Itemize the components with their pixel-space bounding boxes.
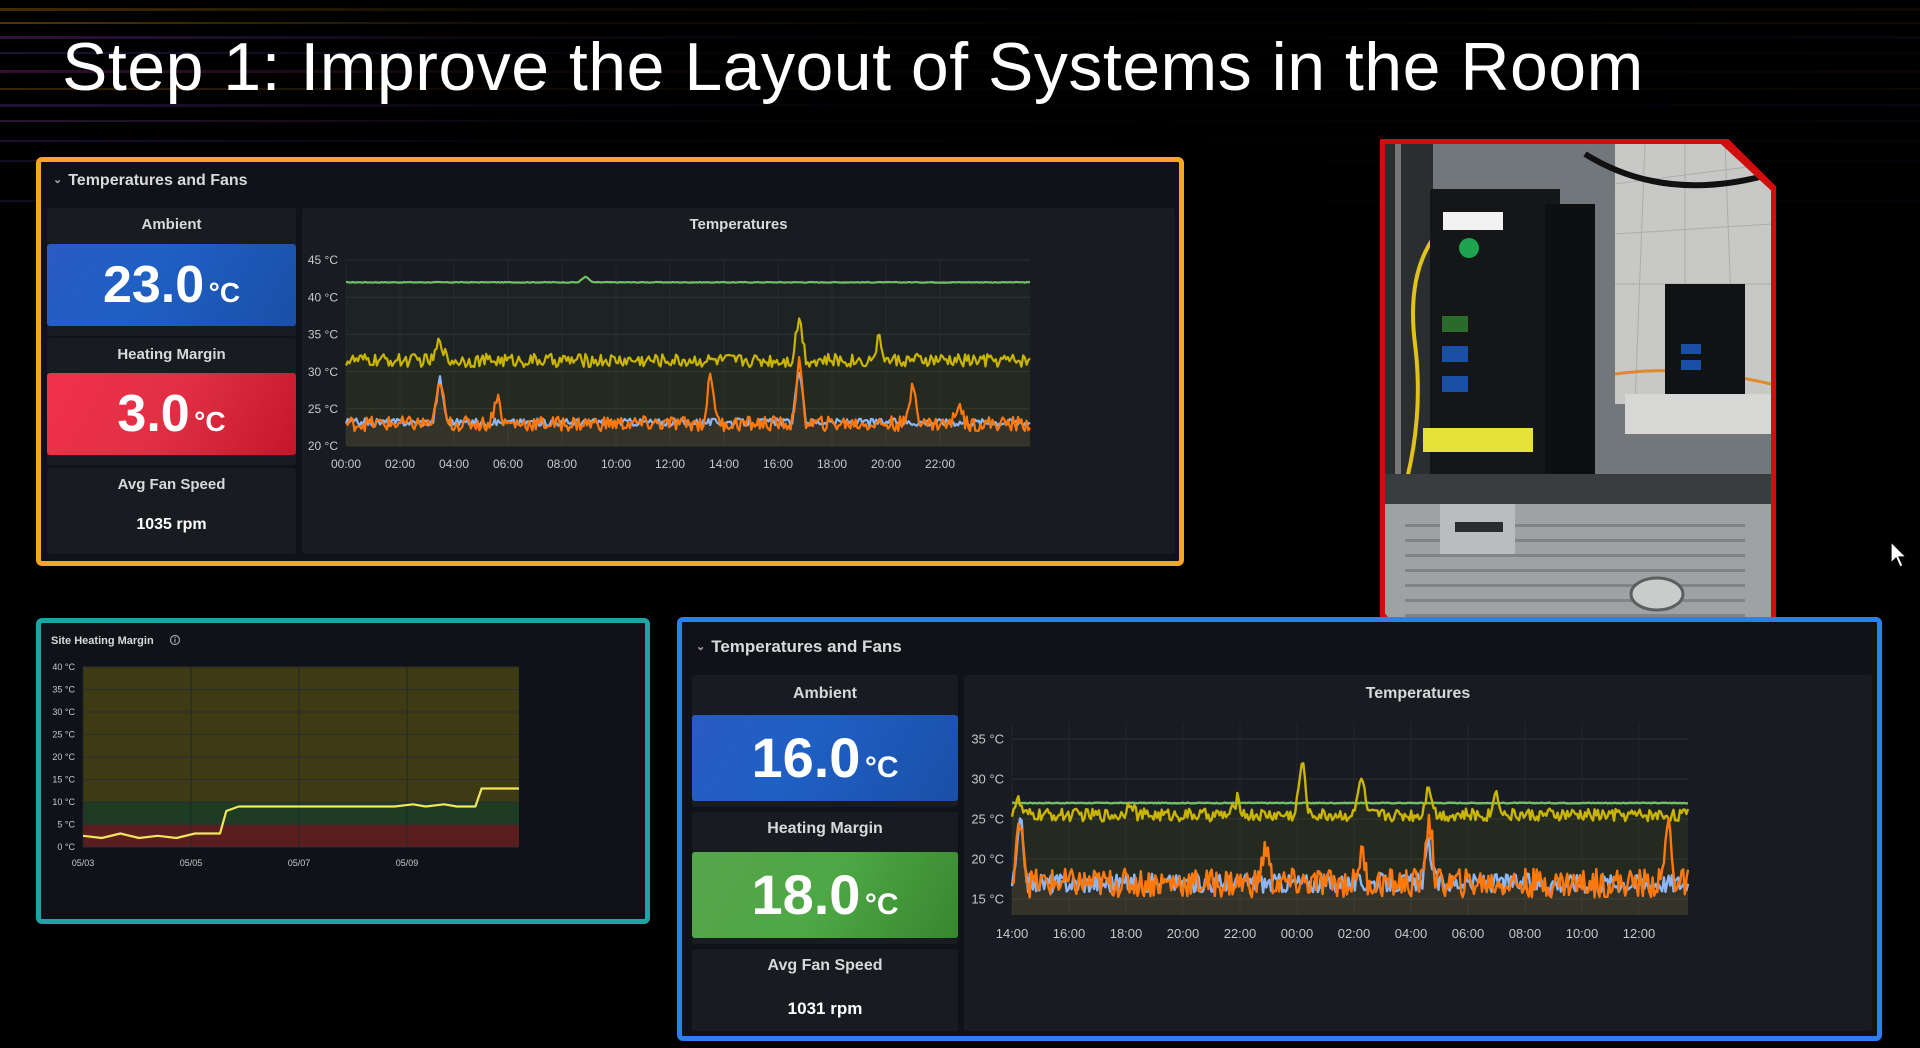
- y-tick-label: 30 °C: [971, 772, 1004, 787]
- x-tick-label: 18:00: [1110, 926, 1143, 941]
- y-tick-label: 15 °C: [52, 775, 75, 785]
- slide-title: Step 1: Improve the Layout of Systems in…: [62, 29, 1644, 105]
- row-title: Temperatures and Fans: [68, 172, 248, 189]
- y-tick-label: 45 °C: [308, 253, 338, 267]
- threshold-band: [83, 824, 519, 847]
- fan-speed-value: 1035 rpm: [136, 516, 207, 533]
- y-tick-label: 40 °C: [52, 662, 75, 672]
- heating-margin-label: Heating Margin: [117, 346, 226, 363]
- x-tick-label: 18:00: [817, 457, 847, 471]
- fan-speed-label: Avg Fan Speed: [117, 476, 226, 493]
- ambient-label: Ambient: [793, 685, 857, 702]
- x-tick-label: 05/07: [288, 858, 311, 868]
- site-heating-frame: Site Heating Margin 0 °C 5 °C 10 °C 15 °C 20…: [36, 618, 650, 924]
- fan-speed-value: 1031 rpm: [787, 999, 863, 1018]
- ambient-stat: 16.0 °C: [692, 715, 958, 801]
- fan-speed-panel: Avg Fan Speed 1035 rpm: [47, 468, 296, 554]
- site-heating-chart: 0 °C 5 °C 10 °C 15 °C 20 °C 25 °C 30 °C 35 °C 40…: [52, 662, 519, 868]
- x-tick-label: 06:00: [493, 457, 523, 471]
- temperatures-panel: Temperatures 20 °C 25 °C 30 °C 35 °C 40 °C 45…: [302, 208, 1175, 554]
- heating-margin-unit: °C: [194, 406, 226, 437]
- fan-speed-label: Avg Fan Speed: [767, 957, 883, 974]
- y-tick-label: 20 °C: [308, 439, 338, 453]
- y-tick-label: 30 °C: [52, 707, 75, 717]
- y-tick-label: 30 °C: [308, 365, 338, 379]
- heating-margin-stat: 3.0 °C: [47, 373, 296, 455]
- ambient-unit: °C: [864, 751, 899, 784]
- x-tick-label: 22:00: [925, 457, 955, 471]
- y-tick-label: 25 °C: [308, 402, 338, 416]
- y-tick-label: 35 °C: [52, 685, 75, 695]
- y-tick-label: 5 °C: [57, 820, 75, 830]
- x-tick-label: 00:00: [331, 457, 361, 471]
- ambient-unit: °C: [208, 277, 241, 308]
- heating-margin-value: 18.0: [751, 863, 861, 926]
- ambient-stat: 23.0 °C: [47, 244, 296, 326]
- heating-margin-stat: 18.0 °C: [692, 852, 958, 938]
- x-tick-label: 14:00: [709, 457, 739, 471]
- temperatures-panel: Temperatures 15 °C 20 °C 25 °C 30 °C 35 °C 14…: [964, 675, 1872, 1031]
- x-tick-label: 12:00: [1623, 926, 1656, 941]
- y-tick-label: 25 °C: [971, 812, 1004, 827]
- y-tick-label: 10 °C: [52, 797, 75, 807]
- fan-speed-panel: Avg Fan Speed 1031 rpm: [692, 949, 958, 1031]
- x-tick-label: 04:00: [1395, 926, 1428, 941]
- ambient-value: 16.0: [751, 726, 861, 789]
- x-tick-label: 10:00: [601, 457, 631, 471]
- chevron-down-icon: ⌄: [696, 641, 706, 653]
- y-tick-label: 35 °C: [971, 732, 1004, 747]
- x-tick-label: 00:00: [1281, 926, 1314, 941]
- temperatures-chart: 15 °C 20 °C 25 °C 30 °C 35 °C 14:00 16:00 18:00…: [971, 723, 1690, 941]
- y-tick-label: 35 °C: [308, 328, 338, 342]
- x-tick-label: 10:00: [1566, 926, 1599, 941]
- heating-margin-value: 3.0: [117, 385, 190, 443]
- x-tick-label: 16:00: [1053, 926, 1086, 941]
- x-tick-label: 22:00: [1224, 926, 1257, 941]
- x-tick-label: 08:00: [547, 457, 577, 471]
- row-title: Temperatures and Fans: [711, 637, 902, 656]
- heating-margin-panel: Heating Margin 18.0 °C: [692, 812, 958, 944]
- x-tick-label: 02:00: [385, 457, 415, 471]
- y-tick-label: 0 °C: [57, 842, 75, 852]
- x-tick-label: 08:00: [1509, 926, 1542, 941]
- heating-margin-unit: °C: [864, 888, 899, 921]
- ambient-value: 23.0: [102, 256, 205, 314]
- y-tick-label: 20 °C: [971, 852, 1004, 867]
- x-tick-label: 20:00: [1167, 926, 1200, 941]
- heating-margin-label: Heating Margin: [767, 820, 883, 837]
- ambient-panel: Ambient 23.0 °C: [47, 208, 296, 336]
- y-tick-label: 20 °C: [52, 752, 75, 762]
- series-line: [346, 275, 1031, 284]
- y-tick-label: 15 °C: [971, 892, 1004, 907]
- temperatures-chart: 20 °C 25 °C 30 °C 35 °C 40 °C 45 °C 00:00 02:00…: [308, 253, 1031, 471]
- server-rack-photo: [1385, 144, 1771, 660]
- y-tick-label: 40 °C: [308, 290, 338, 304]
- x-tick-label: 05/03: [72, 858, 95, 868]
- mouse-cursor-icon: [1890, 541, 1908, 568]
- chevron-down-icon: ⌄: [53, 174, 63, 186]
- row-header[interactable]: ⌄ Temperatures and Fans: [53, 172, 248, 190]
- x-tick-label: 14:00: [996, 926, 1029, 941]
- x-tick-label: 04:00: [439, 457, 469, 471]
- x-tick-label: 05/09: [396, 858, 419, 868]
- top-dashboard-frame: ⌄ Temperatures and Fans Ambient 23.0 °C H…: [36, 157, 1184, 566]
- x-tick-label: 12:00: [655, 457, 685, 471]
- ambient-label: Ambient: [141, 216, 202, 233]
- x-tick-label: 16:00: [763, 457, 793, 471]
- bottom-dashboard-frame: ⌄ Temperatures and Fans Ambient 16.0 °C H…: [677, 617, 1882, 1041]
- x-tick-label: 05/05: [180, 858, 203, 868]
- y-tick-label: 25 °C: [52, 730, 75, 740]
- heating-margin-panel: Heating Margin 3.0 °C: [47, 338, 296, 465]
- x-tick-label: 02:00: [1338, 926, 1371, 941]
- row-header[interactable]: ⌄ Temperatures and Fans: [696, 637, 902, 657]
- series-line: [1012, 801, 1689, 805]
- x-tick-label: 20:00: [871, 457, 901, 471]
- x-tick-label: 06:00: [1452, 926, 1485, 941]
- ambient-panel: Ambient 16.0 °C: [692, 675, 958, 807]
